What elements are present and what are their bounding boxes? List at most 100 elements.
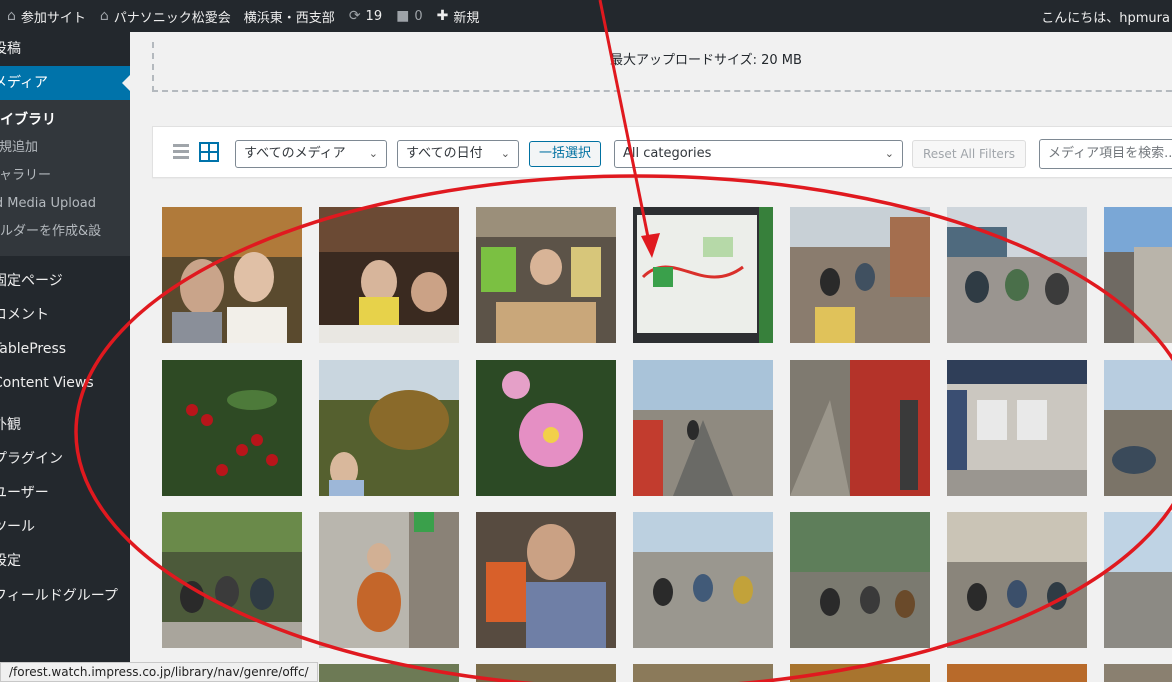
- submenu-item-library-label: ライブラリ: [0, 112, 56, 128]
- my-sites-label: 参加サイト: [20, 10, 86, 26]
- submenu-item-gallery[interactable]: ギャラリー: [0, 162, 130, 190]
- category-filter-value: All categories: [623, 146, 712, 161]
- submenu-item-library[interactable]: ライブラリ: [0, 106, 130, 134]
- bulk-select-button[interactable]: 一括選択: [529, 141, 602, 167]
- media-search-input[interactable]: メディア項目を検索...: [1039, 139, 1172, 169]
- media-thumbnail[interactable]: [633, 360, 773, 496]
- admin-sidebar: 投稿 メディア ライブラリ 新規追加 ギャラリー Add Media Uploa…: [0, 32, 130, 682]
- media-thumbnail[interactable]: [790, 207, 930, 343]
- max-upload-size: 最大アップロードサイズ: 20 MB: [610, 53, 802, 68]
- media-thumbnail[interactable]: [633, 207, 773, 343]
- submenu-item-create-folder[interactable]: フォルダーを作成&設: [0, 218, 130, 246]
- list-view-icon[interactable]: [173, 144, 189, 160]
- menu-item-plugins-label: プラグイン: [0, 451, 63, 467]
- media-thumbnail[interactable]: [790, 360, 930, 496]
- site-name-label: パナソニック松愛会 横浜東・西支部: [113, 10, 335, 26]
- media-thumbnail[interactable]: [947, 512, 1087, 648]
- house-cluster-icon: ⌂: [7, 8, 16, 24]
- menu-item-comments[interactable]: コメント: [0, 298, 130, 332]
- menu-item-tools[interactable]: ツール: [0, 510, 130, 544]
- media-thumbnail[interactable]: [476, 664, 616, 682]
- media-thumbnail[interactable]: [1104, 360, 1172, 496]
- comments-count: 0: [414, 8, 423, 24]
- reset-filters-button[interactable]: Reset All Filters: [912, 140, 1026, 168]
- menu-item-settings-label: 設定: [0, 553, 21, 569]
- menu-item-tools-label: ツール: [0, 519, 35, 535]
- site-name-menu[interactable]: ⌂ パナソニック松愛会 横浜東・西支部: [93, 0, 342, 32]
- media-thumbnail[interactable]: [476, 207, 616, 343]
- menu-item-pages[interactable]: 固定ページ: [0, 264, 130, 298]
- menu-item-settings[interactable]: 設定: [0, 544, 130, 578]
- grid-view-icon[interactable]: [199, 142, 219, 162]
- media-submenu: ライブラリ 新規追加 ギャラリー Add Media Upload フォルダーを…: [0, 100, 130, 256]
- media-thumbnail[interactable]: [947, 360, 1087, 496]
- menu-item-appearance-label: 外観: [0, 417, 21, 433]
- refresh-icon: ⟳: [348, 8, 361, 24]
- media-thumbnail[interactable]: [162, 207, 302, 343]
- media-thumbnail[interactable]: [319, 512, 459, 648]
- menu-item-field-groups[interactable]: フィールドグループ: [0, 586, 123, 632]
- menu-item-comments-label: コメント: [0, 307, 49, 323]
- media-thumbnail[interactable]: [1104, 207, 1172, 343]
- media-toolbar: すべてのメディア ⌄ すべての日付 ⌄ 一括選択 All categories …: [152, 126, 1172, 178]
- updates-count: 19: [365, 8, 383, 24]
- submenu-item-add-new[interactable]: 新規追加: [0, 134, 130, 162]
- my-account-menu[interactable]: こんにちは、hpmura: [1041, 0, 1172, 32]
- media-thumbnail[interactable]: [947, 207, 1087, 343]
- new-content-menu[interactable]: ✚ 新規: [430, 0, 487, 32]
- plus-icon: ✚: [436, 8, 449, 24]
- house-icon: ⌂: [99, 8, 109, 24]
- media-thumbnail[interactable]: [162, 512, 302, 648]
- menu-gap: [0, 256, 130, 264]
- date-filter-value: すべての日付: [406, 146, 483, 161]
- greeting-label: こんにちは、hpmura: [1041, 10, 1170, 26]
- chevron-down-icon: ⌄: [368, 147, 378, 160]
- new-content-label: 新規: [453, 10, 480, 26]
- chevron-down-icon: ⌄: [884, 147, 894, 160]
- submenu-item-gallery-label: ギャラリー: [0, 168, 52, 183]
- menu-item-tablepress-label: TablePress: [0, 341, 67, 357]
- updates-menu[interactable]: ⟳ 19: [342, 0, 389, 32]
- media-thumbnail[interactable]: [319, 207, 459, 343]
- menu-item-media-label: メディア: [0, 75, 49, 91]
- menu-item-field-groups-label: フィールドグループ: [0, 588, 118, 604]
- media-thumbnail[interactable]: [790, 512, 930, 648]
- menu-item-posts[interactable]: 投稿: [0, 32, 130, 66]
- menu-item-tablepress[interactable]: TablePress: [0, 332, 130, 366]
- submenu-item-folder-upload[interactable]: Add Media Upload: [0, 190, 130, 218]
- media-thumbnail[interactable]: [476, 512, 616, 648]
- media-thumbnail[interactable]: [633, 664, 773, 682]
- media-type-filter-value: すべてのメディア: [244, 146, 346, 161]
- menu-item-plugins[interactable]: プラグイン: [0, 442, 130, 476]
- comment-icon: ■: [396, 8, 410, 24]
- media-thumbnail[interactable]: [947, 664, 1087, 682]
- media-thumbnail[interactable]: [319, 664, 459, 682]
- menu-item-appearance[interactable]: 外観: [0, 408, 130, 442]
- date-filter[interactable]: すべての日付 ⌄: [397, 140, 519, 168]
- menu-item-users-label: ユーザー: [0, 485, 49, 501]
- category-filter[interactable]: All categories ⌄: [614, 140, 903, 168]
- menu-gap: [0, 578, 130, 586]
- menu-item-pages-label: 固定ページ: [0, 273, 63, 289]
- status-url: /forest.watch.impress.co.jp/library/nav/…: [9, 665, 309, 679]
- menu-item-media[interactable]: メディア: [0, 66, 130, 100]
- menu-item-content-views-label: Content Views: [0, 375, 94, 391]
- media-thumbnail[interactable]: [1104, 512, 1172, 648]
- media-thumbnail[interactable]: [319, 360, 459, 496]
- browser-status-bar: /forest.watch.impress.co.jp/library/nav/…: [0, 662, 318, 682]
- submenu-item-create-folder-label: フォルダーを作成&設: [0, 224, 102, 239]
- media-thumbnail[interactable]: [1104, 664, 1172, 682]
- media-thumbnail[interactable]: [633, 512, 773, 648]
- media-thumbnail[interactable]: [790, 664, 930, 682]
- wordpress-media-library-screen: ⌂ 参加サイト ⌂ パナソニック松愛会 横浜東・西支部 ⟳ 19 ■ 0 ✚ 新…: [0, 0, 1172, 682]
- menu-item-users[interactable]: ユーザー: [0, 476, 130, 510]
- menu-gap: [0, 400, 130, 408]
- menu-item-content-views[interactable]: Content Views: [0, 366, 130, 400]
- comments-menu[interactable]: ■ 0: [389, 0, 430, 32]
- menu-item-posts-label: 投稿: [0, 41, 21, 57]
- media-type-filter[interactable]: すべてのメディア ⌄: [235, 140, 387, 168]
- media-thumbnail[interactable]: [162, 360, 302, 496]
- chevron-down-icon: ⌄: [500, 147, 510, 160]
- media-thumbnail[interactable]: [476, 360, 616, 496]
- my-sites-menu[interactable]: ⌂ 参加サイト: [0, 0, 93, 32]
